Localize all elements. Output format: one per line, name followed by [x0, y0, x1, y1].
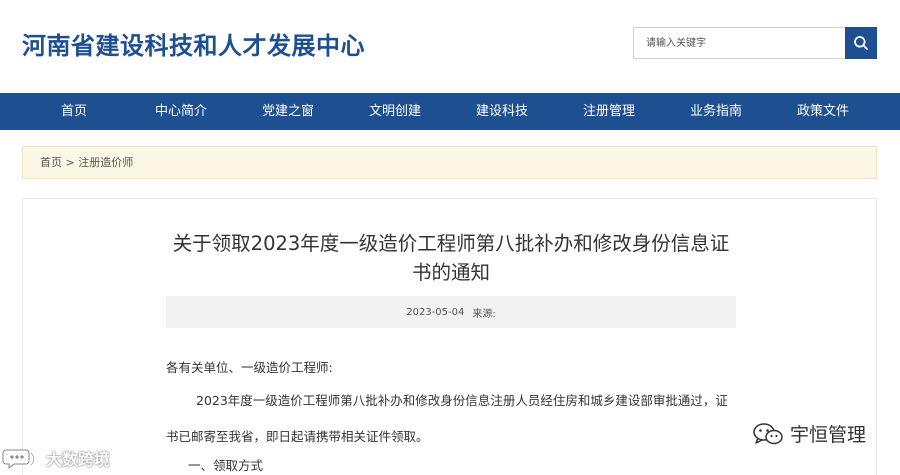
search-box	[633, 27, 877, 59]
article-title: 关于领取2023年度一级造价工程师第八批补办和修改身份信息证书的通知	[172, 232, 730, 284]
nav-item-registration[interactable]: 注册管理	[559, 93, 659, 130]
article-paragraph-line1: 2023年度一级造价工程师第八批补办和修改身份信息注册人员经住房和城乡建设部审批…	[196, 393, 728, 408]
breadcrumb-separator: >	[65, 156, 75, 169]
article-meta: 2023-05-04 来源:	[166, 296, 736, 328]
watermark-right: 宇恒管理	[752, 420, 866, 447]
watermark-right-text: 宇恒管理	[790, 424, 867, 446]
breadcrumb-home-link[interactable]: 首页	[40, 156, 62, 169]
article-source-label: 来源:	[472, 308, 496, 320]
nav-item-about[interactable]: 中心简介	[131, 93, 231, 130]
nav-item-civilization[interactable]: 文明创建	[345, 93, 445, 130]
breadcrumb-current[interactable]: 注册造价师	[78, 156, 133, 169]
nav-item-policy[interactable]: 政策文件	[773, 93, 873, 130]
article-panel: 关于领取2023年度一级造价工程师第八批补办和修改身份信息证书的通知 2023-…	[22, 198, 877, 475]
site-header: 河南省建设科技和人才发展中心	[0, 0, 900, 92]
main-nav: 首页 中心简介 党建之窗 文明创建 建设科技 注册管理 业务指南 政策文件	[0, 93, 900, 130]
search-button[interactable]	[845, 27, 877, 59]
nav-item-party[interactable]: 党建之窗	[238, 93, 338, 130]
search-icon	[854, 36, 868, 50]
search-input[interactable]	[634, 28, 845, 58]
breadcrumb: 首页 > 注册造价师	[22, 146, 877, 179]
nav-item-home[interactable]: 首页	[24, 93, 124, 130]
watermark-left: 大数跨境	[2, 446, 110, 470]
wechat-icon	[753, 422, 783, 444]
article-date: 2023-05-04	[406, 306, 465, 318]
article-section-heading: 一、领取方式	[188, 458, 264, 473]
site-title[interactable]: 河南省建设科技和人才发展中心	[22, 26, 365, 61]
article-paragraph-line2: 书已邮寄至我省，即日起请携带相关证件领取。	[166, 429, 429, 444]
article-salutation: 各有关单位、一级造价工程师:	[166, 360, 333, 375]
chat-bubble-icon	[2, 449, 35, 469]
watermark-left-text: 大数跨境	[46, 450, 111, 469]
nav-item-business-guide[interactable]: 业务指南	[666, 93, 766, 130]
nav-item-construction-tech[interactable]: 建设科技	[452, 93, 552, 130]
